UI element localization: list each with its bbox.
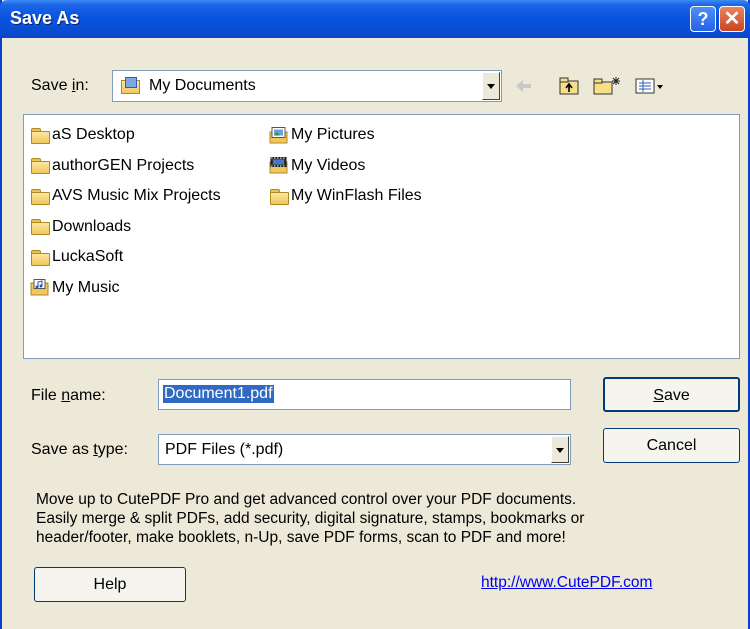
dialog-title: Save As bbox=[10, 8, 80, 28]
promo-line-2: Easily merge & split PDFs, add security,… bbox=[36, 510, 585, 527]
promo-line-3: header/footer, make booklets, n-Up, save… bbox=[36, 529, 566, 546]
save-in-dropdown[interactable]: My Documents bbox=[112, 70, 502, 102]
cancel-button[interactable]: Cancel bbox=[603, 428, 740, 463]
list-item-label: My WinFlash Files bbox=[291, 187, 422, 204]
list-item-label: AVS Music Mix Projects bbox=[52, 187, 221, 204]
close-button[interactable]: ✕ bbox=[719, 6, 745, 32]
list-item-label: aS Desktop bbox=[52, 126, 135, 143]
file-name-input[interactable]: Document1.pdf bbox=[158, 379, 571, 410]
help-title-button[interactable]: ? bbox=[690, 6, 716, 32]
title-bar[interactable]: Save As ? ✕ bbox=[0, 0, 750, 38]
save-as-dialog: Save As ? ✕ Save in: My Documents aS Des… bbox=[0, 0, 750, 629]
list-item-label: My Pictures bbox=[291, 126, 375, 143]
cutepdf-link[interactable]: http://www.CutePDF.com bbox=[481, 574, 652, 592]
save-as-type-label: Save as type: bbox=[31, 441, 128, 458]
list-item-label: Downloads bbox=[52, 217, 132, 235]
folder-icon bbox=[30, 188, 50, 205]
file-name-label: File name: bbox=[31, 387, 106, 404]
my-documents-icon bbox=[120, 77, 140, 94]
videos-folder-icon bbox=[269, 157, 288, 174]
help-button[interactable]: Help bbox=[34, 567, 186, 602]
list-item-label: LuckaSoft bbox=[52, 248, 124, 265]
list-item-label: My Videos bbox=[291, 156, 366, 174]
music-folder-icon bbox=[30, 279, 49, 296]
views-menu-icon[interactable] bbox=[634, 76, 666, 96]
list-item[interactable]: aS Desktop bbox=[30, 124, 135, 146]
pictures-folder-icon bbox=[269, 126, 288, 143]
file-list[interactable]: aS Desktop authorGEN Projects AVS Music Mi… bbox=[23, 114, 740, 359]
chevron-down-icon[interactable] bbox=[482, 72, 500, 100]
list-item[interactable]: AVS Music Mix Projects bbox=[30, 185, 221, 207]
folder-icon bbox=[30, 249, 50, 266]
up-folder-icon[interactable] bbox=[558, 76, 580, 96]
save-as-type-value: PDF Files (*.pdf) bbox=[165, 441, 284, 458]
list-item[interactable]: My Videos bbox=[269, 155, 365, 177]
file-name-value: Document1.pdf bbox=[163, 385, 274, 403]
list-item-label: authorGEN Projects bbox=[52, 156, 195, 174]
save-button[interactable]: Save bbox=[603, 377, 740, 412]
list-item[interactable]: LuckaSoft bbox=[30, 246, 123, 268]
list-item[interactable]: My Music bbox=[30, 277, 120, 299]
list-item-label: My Music bbox=[52, 278, 120, 296]
back-arrow-icon[interactable] bbox=[512, 76, 534, 96]
list-item[interactable]: Downloads bbox=[30, 216, 131, 238]
folder-icon bbox=[30, 127, 50, 144]
save-as-type-dropdown[interactable]: PDF Files (*.pdf) bbox=[158, 434, 571, 465]
chevron-down-icon[interactable] bbox=[551, 436, 569, 463]
folder-icon bbox=[30, 157, 50, 174]
save-in-value: My Documents bbox=[149, 77, 256, 94]
save-in-label: Save in: bbox=[31, 77, 89, 94]
new-folder-icon[interactable] bbox=[592, 76, 622, 96]
folder-icon bbox=[30, 218, 50, 235]
folder-icon bbox=[269, 188, 289, 205]
promo-line-1: Move up to CutePDF Pro and get advanced … bbox=[36, 491, 577, 508]
list-item[interactable]: My WinFlash Files bbox=[269, 185, 422, 207]
list-item[interactable]: My Pictures bbox=[269, 124, 375, 146]
promo-text: Move up to CutePDF Pro and get advanced … bbox=[36, 490, 736, 547]
list-item[interactable]: authorGEN Projects bbox=[30, 155, 194, 177]
